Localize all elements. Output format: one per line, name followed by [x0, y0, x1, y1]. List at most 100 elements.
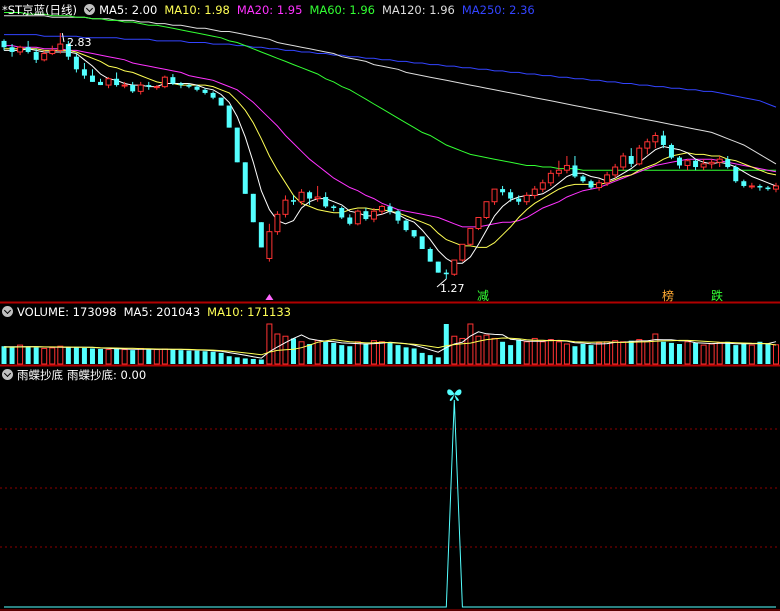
candle-body — [17, 46, 24, 53]
candle-body — [282, 199, 289, 215]
volume-header: VOLUME: 173098 MA5: 201043 MA10: 171133 — [2, 304, 298, 320]
volume-bar — [291, 338, 296, 364]
volume-bar — [580, 344, 586, 364]
volume-bar — [555, 341, 562, 365]
volume-bar — [146, 349, 152, 364]
volume-bar — [89, 348, 95, 364]
volume-bar — [748, 344, 755, 365]
candle-body — [161, 76, 168, 88]
candle-body — [73, 56, 79, 70]
tag-reduce: 减 — [477, 289, 489, 303]
volume-bar — [684, 341, 691, 365]
candle-body — [741, 181, 747, 186]
candle-body — [652, 135, 659, 143]
tag-list: 榜 — [662, 288, 674, 303]
volume-bar — [49, 347, 56, 365]
volume-bar — [588, 345, 594, 364]
butterfly-icon — [447, 389, 462, 401]
stock-name[interactable]: *ST京蓝(日线) — [2, 3, 77, 17]
volume-bar — [210, 351, 216, 364]
volume-bar — [427, 355, 433, 364]
indicator-header: 雨蝶抄底 雨蝶抄底: 0.00 — [2, 367, 153, 383]
volume-bar — [130, 350, 136, 364]
candle-body — [491, 188, 498, 203]
candle-body — [516, 198, 522, 202]
volume-bar — [419, 352, 425, 364]
ma250-line — [4, 34, 777, 108]
high-pointer — [61, 32, 65, 43]
candle-body — [693, 160, 699, 168]
candle-body — [748, 185, 755, 188]
candle-body — [339, 208, 345, 218]
volume-bar — [194, 350, 200, 364]
candle-body — [660, 135, 666, 145]
candle-body — [419, 236, 425, 250]
chevron-down-icon[interactable] — [84, 4, 96, 15]
candle-body — [226, 105, 232, 128]
candle-body — [580, 176, 586, 182]
candle-body — [314, 196, 321, 200]
candle-body — [733, 167, 739, 182]
candle-body — [242, 162, 248, 194]
volume-bar — [331, 342, 337, 364]
candle-body — [475, 216, 482, 230]
volume-bar — [170, 349, 176, 364]
candle-body — [121, 84, 128, 87]
price-panel — [1, 12, 779, 300]
volume-label: VOLUME: 173098 — [17, 305, 117, 319]
candle-body — [194, 86, 200, 90]
candle-body — [114, 78, 120, 86]
candle-body — [146, 85, 152, 87]
volume-bar — [73, 347, 79, 364]
volume-bar — [347, 346, 353, 364]
volume-bar — [628, 340, 634, 364]
volume-bar — [636, 339, 643, 365]
volume-bar — [596, 342, 603, 365]
volume-bar — [105, 349, 112, 365]
candle-body — [395, 211, 401, 221]
indicator-name: 雨蝶抄底 — [17, 368, 63, 382]
candle-body — [708, 161, 715, 165]
volume-bar — [1, 346, 7, 364]
chevron-down-icon[interactable] — [2, 369, 13, 380]
candle-body — [291, 200, 296, 202]
candle-body — [250, 193, 256, 223]
volume-bar — [467, 323, 474, 365]
volume-bar — [250, 359, 256, 364]
volume-bar — [491, 337, 498, 365]
candle-body — [523, 194, 530, 203]
candle-body — [725, 159, 731, 168]
volume-bar — [202, 351, 208, 364]
volume-bar — [98, 349, 104, 364]
ma60-label: MA60: 1.96 — [309, 3, 375, 17]
candle-body — [636, 147, 643, 165]
volume-bar — [652, 333, 659, 365]
volume-bar — [604, 341, 611, 365]
volume-bar — [708, 343, 715, 365]
candle-body — [467, 228, 474, 245]
candle-body — [644, 141, 651, 149]
indicator-value: 雨蝶抄底: 0.00 — [67, 368, 147, 382]
volume-bar — [298, 341, 305, 365]
candle-body — [49, 49, 56, 55]
volume-bar — [531, 337, 538, 365]
volume-bar — [572, 346, 578, 364]
candle-body — [9, 47, 15, 52]
candle-body — [307, 192, 313, 199]
volume-bar — [523, 341, 530, 365]
indicator-panel — [4, 389, 776, 608]
candle-body — [130, 85, 136, 92]
candle-body — [547, 172, 554, 184]
candle-body — [539, 182, 546, 190]
candle-body — [403, 220, 409, 231]
volume-bar — [612, 340, 619, 365]
candle-body — [57, 43, 64, 51]
volume-bar — [435, 357, 441, 364]
volume-bar — [9, 347, 15, 364]
chevron-down-icon[interactable] — [2, 306, 13, 317]
candle-body — [620, 155, 627, 168]
volume-bar — [443, 324, 449, 364]
volume-bar — [323, 341, 329, 364]
volume-bar — [25, 346, 31, 364]
ma5-line — [4, 48, 777, 264]
